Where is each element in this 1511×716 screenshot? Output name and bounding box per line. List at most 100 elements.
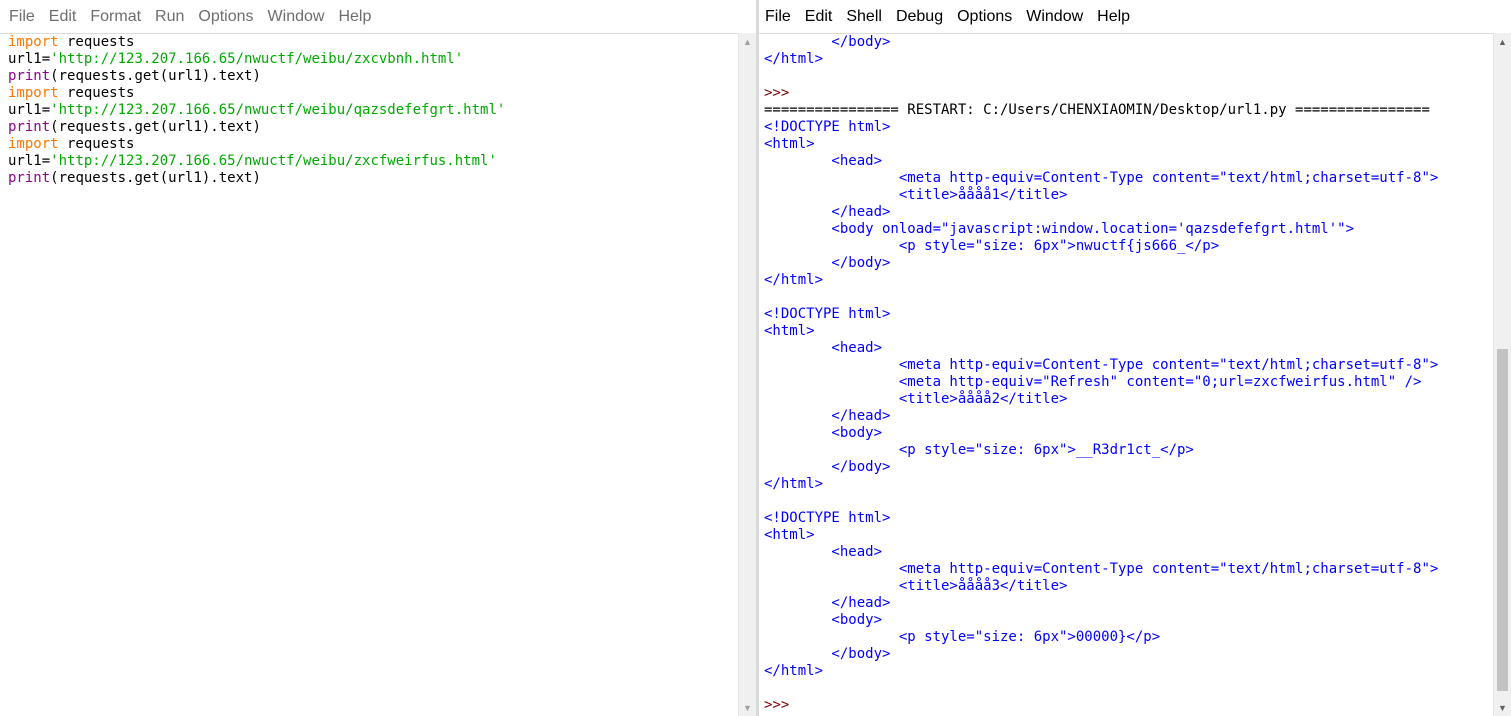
text-token: <body onload="javascript:window.location… <box>764 221 1355 237</box>
shell-line: </html> <box>764 51 1438 68</box>
shell-line: </html> <box>764 272 1438 289</box>
text-token: print <box>8 68 51 84</box>
editor-window: File Edit Format Run Options Window Help impor… <box>0 0 756 716</box>
text-token: url1= <box>8 51 51 67</box>
code-line: print(requests.get(url1).text) <box>8 170 505 187</box>
text-token: <title>åååå2</title> <box>764 391 1068 407</box>
menu-options[interactable]: Options <box>191 0 260 33</box>
shell-line: <html> <box>764 323 1438 340</box>
text-token: </html> <box>764 476 824 492</box>
text-token: requests <box>58 85 135 101</box>
shell-line: <meta http-equiv=Content-Type content="t… <box>764 357 1438 374</box>
text-token: (requests.get(url1).text) <box>50 170 261 186</box>
scrollbar-thumb[interactable] <box>1497 349 1508 691</box>
text-token: </body> <box>764 34 891 50</box>
shell-line: <meta http-equiv="Refresh" content="0;ur… <box>764 374 1438 391</box>
text-token: </body> <box>764 459 891 475</box>
text-token: <p style="size: 6px">__R3dr1ct_</p> <box>764 442 1194 458</box>
shell-line: <meta http-equiv=Content-Type content="t… <box>764 561 1438 578</box>
menu-edit[interactable]: Edit <box>42 0 84 33</box>
scroll-down-arrow-icon[interactable]: ▼ <box>739 699 756 716</box>
shell-line: <!DOCTYPE html> <box>764 119 1438 136</box>
text-token: <meta http-equiv=Content-Type content="t… <box>764 561 1439 577</box>
menu-options[interactable]: Options <box>950 0 1019 33</box>
code-line: url1='http://123.207.166.65/nwuctf/weibu… <box>8 102 505 119</box>
shell-line: <head> <box>764 340 1438 357</box>
shell-line: <p style="size: 6px">__R3dr1ct_</p> <box>764 442 1438 459</box>
menu-shell[interactable]: Shell <box>839 0 889 33</box>
scroll-down-arrow-icon[interactable]: ▼ <box>1494 699 1511 716</box>
code-line: print(requests.get(url1).text) <box>8 119 505 136</box>
text-token: (requests.get(url1).text) <box>50 119 261 135</box>
shell-line: <title>åååå3</title> <box>764 578 1438 595</box>
text-token: <p style="size: 6px">00000}</p> <box>764 629 1161 645</box>
text-token: url1= <box>8 153 51 169</box>
menu-run[interactable]: Run <box>148 0 191 33</box>
shell-line: <body onload="javascript:window.location… <box>764 221 1438 238</box>
text-token: requests <box>58 34 135 50</box>
text-token: <title>åååå3</title> <box>764 578 1068 594</box>
menu-help[interactable]: Help <box>331 0 378 33</box>
menu-file[interactable]: File <box>0 0 42 33</box>
text-token: import <box>8 136 59 152</box>
text-token: <meta http-equiv=Content-Type content="t… <box>764 357 1439 373</box>
text-token: 'http://123.207.166.65/nwuctf/weibu/zxcf… <box>50 153 497 169</box>
text-token: <!DOCTYPE html> <box>764 510 891 526</box>
menu-window[interactable]: Window <box>1019 0 1090 33</box>
text-token: <html> <box>764 136 815 152</box>
text-token: <meta http-equiv="Refresh" content="0;ur… <box>764 374 1422 390</box>
shell-line: </head> <box>764 408 1438 425</box>
shell-line: <body> <box>764 612 1438 629</box>
code-line: import requests <box>8 85 505 102</box>
text-token: </html> <box>764 663 824 679</box>
shell-text-area[interactable]: </body> </html> >>> ================ RESTA… <box>764 34 1438 714</box>
scroll-up-arrow-icon[interactable]: ▲ <box>739 33 756 50</box>
shell-line: ================ RESTART: C:/Users/CHENX… <box>764 102 1438 119</box>
text-token: import <box>8 34 59 50</box>
menu-file[interactable]: File <box>759 0 798 33</box>
text-token: <!DOCTYPE html> <box>764 119 891 135</box>
text-token: <html> <box>764 323 815 339</box>
shell-line: <title>åååå1</title> <box>764 187 1438 204</box>
shell-line: <html> <box>764 527 1438 544</box>
text-token: (requests.get(url1).text) <box>50 68 261 84</box>
text-token: </head> <box>764 204 891 220</box>
text-token: <!DOCTYPE html> <box>764 306 891 322</box>
menu-window[interactable]: Window <box>261 0 332 33</box>
text-token: <head> <box>764 153 883 169</box>
text-token: print <box>8 170 51 186</box>
shell-line: </body> <box>764 34 1438 51</box>
text-token: print <box>8 119 51 135</box>
text-token: </head> <box>764 408 891 424</box>
editor-vertical-scrollbar[interactable]: ▲ ▼ <box>738 33 756 716</box>
editor-text-area[interactable]: import requests url1='http://123.207.166.… <box>8 34 505 187</box>
menu-edit[interactable]: Edit <box>798 0 840 33</box>
shell-line: >>> <box>764 85 1438 102</box>
code-line: url1='http://123.207.166.65/nwuctf/weibu… <box>8 153 505 170</box>
text-token: 'http://123.207.166.65/nwuctf/weibu/zxcv… <box>50 51 464 67</box>
shell-line: </head> <box>764 595 1438 612</box>
text-token: ================ RESTART: C:/Users/CHENX… <box>764 102 1430 118</box>
scroll-up-arrow-icon[interactable]: ▲ <box>1494 33 1511 50</box>
shell-line: </body> <box>764 255 1438 272</box>
menu-debug[interactable]: Debug <box>889 0 950 33</box>
code-line: url1='http://123.207.166.65/nwuctf/weibu… <box>8 51 505 68</box>
menu-help[interactable]: Help <box>1090 0 1137 33</box>
text-token: </body> <box>764 255 891 271</box>
shell-line: <p style="size: 6px">00000}</p> <box>764 629 1438 646</box>
menu-format[interactable]: Format <box>83 0 148 33</box>
text-token: 'http://123.207.166.65/nwuctf/weibu/qazs… <box>50 102 506 118</box>
text-token: </html> <box>764 51 824 67</box>
code-line: print(requests.get(url1).text) <box>8 68 505 85</box>
text-token: <meta http-equiv=Content-Type content="t… <box>764 170 1439 186</box>
editor-menubar: File Edit Format Run Options Window Help <box>0 0 756 34</box>
shell-window: File Edit Shell Debug Options Window Help </bo… <box>759 0 1511 716</box>
shell-line: <head> <box>764 544 1438 561</box>
shell-line: <meta http-equiv=Content-Type content="t… <box>764 170 1438 187</box>
shell-line: </body> <box>764 646 1438 663</box>
shell-vertical-scrollbar[interactable]: ▲ ▼ <box>1493 33 1511 716</box>
shell-line: <p style="size: 6px">nwuctf{js666_</p> <box>764 238 1438 255</box>
